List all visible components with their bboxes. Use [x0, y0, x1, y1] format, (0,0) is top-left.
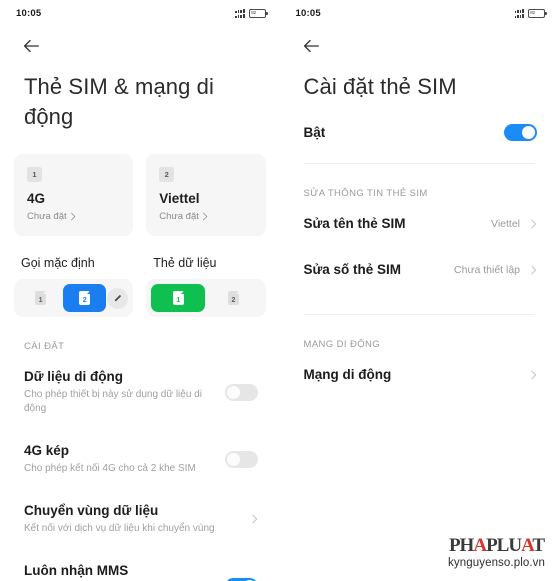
status-clock: 10:05	[16, 7, 42, 19]
sim-card-status-row: Chưa đặt	[27, 211, 120, 222]
battery-level-label: 82	[530, 9, 535, 16]
row-subtitle: Cho phép kết nối 4G cho cả 2 khe SIM	[24, 463, 196, 474]
dual-4g-toggle[interactable]	[224, 450, 258, 468]
default-data-group: Thẻ dữ liệu 1 2	[146, 256, 266, 317]
watermark-logo-accent2: A	[521, 534, 533, 556]
default-call-segmented-control: 1 2	[14, 279, 134, 317]
sim-slot-badge: 1	[27, 167, 42, 182]
sim-card-icon: 1	[172, 291, 184, 305]
battery-level-label: 82	[250, 9, 256, 16]
watermark-logo-part3: T	[532, 534, 545, 556]
row-edit-sim-number[interactable]: Sửa số thẻ SIM Chưa thiết lập	[280, 245, 559, 294]
status-icon-group: 82	[235, 8, 268, 18]
row-subtitle: Cho phép thiết bị này sử dụng dữ liệu di…	[24, 389, 202, 414]
row-text: 4G kép Cho phép kết nối 4G cho cả 2 khe …	[24, 442, 215, 476]
chevron-right-icon	[202, 212, 208, 221]
watermark-logo-part2: PLU	[486, 534, 522, 556]
default-selectors: Gọi mặc định 1 2 Thẻ dữ liệu 1 2	[0, 236, 280, 317]
row-mobile-network[interactable]: Mạng di động	[280, 350, 559, 396]
default-data-segmented-control: 1 2	[146, 279, 266, 317]
default-call-option-sim1[interactable]: 1	[19, 284, 62, 312]
row-sim-enable[interactable]: Bật	[280, 102, 559, 163]
row-title: 4G kép	[24, 443, 70, 458]
row-text: Dữ liệu di động Cho phép thiết bị này sử…	[24, 368, 215, 416]
back-button-right[interactable]	[280, 26, 559, 66]
row-title: Dữ liệu di động	[24, 369, 124, 384]
sim-card-2[interactable]: 2 Viettel Chưa đặt	[146, 154, 266, 236]
chevron-right-icon	[531, 370, 537, 379]
back-button-left[interactable]	[0, 26, 280, 66]
status-clock: 10:05	[295, 7, 321, 19]
edit-sim-info-caption: SỬA THÔNG TIN THẺ SIM	[303, 188, 428, 199]
row-title: Luôn nhận MMS	[24, 563, 129, 578]
signal-bars-icon	[235, 8, 245, 18]
default-call-option-sim2[interactable]: 2	[63, 284, 107, 312]
page-title-left: Thẻ SIM & mạng di động	[24, 74, 214, 129]
sim-card-1[interactable]: 1 4G Chưa đặt	[14, 154, 134, 236]
watermark-url: kynguyenso.plo.vn	[448, 556, 545, 569]
row-title: Sửa số thẻ SIM	[303, 262, 402, 277]
sim-slot-badge: 2	[159, 167, 175, 182]
row-title: Sửa tên thẻ SIM	[303, 216, 406, 231]
signal-bars-icon	[514, 8, 524, 18]
default-data-option-sim1[interactable]: 1	[151, 284, 206, 312]
mobile-network-caption: MẠNG DI ĐỘNG	[303, 339, 381, 350]
row-text: Mạng di động	[304, 366, 521, 383]
watermark-logo: PHAPLUAT	[448, 534, 545, 556]
status-bar-left: 10:05 82	[0, 0, 280, 26]
sim-card-name: Viettel	[159, 191, 200, 206]
row-mobile-data[interactable]: Dữ liệu di động Cho phép thiết bị này sử…	[0, 352, 280, 429]
sim-card-status: Chưa đặt	[159, 211, 199, 222]
sim-card-name: 4G	[27, 191, 46, 206]
sim-card-list: 1 4G Chưa đặt 2 Viettel Chưa đặt	[0, 132, 280, 236]
watermark-logo-accent1: A	[473, 534, 487, 556]
status-bar-right: 10:05 82	[280, 0, 559, 26]
chevron-right-icon	[70, 212, 75, 221]
pencil-icon	[107, 287, 129, 309]
dual-screenshot-container: 10:05 82 Thẻ SIM & mạng di động 1 4G Chư…	[0, 0, 559, 581]
default-call-option-edit[interactable]	[107, 284, 129, 312]
default-data-label: Thẻ dữ liệu	[153, 256, 217, 270]
row-title: Bật	[303, 125, 326, 140]
chevron-right-icon	[251, 514, 257, 524]
chevron-right-icon	[531, 265, 537, 274]
chevron-right-icon	[531, 219, 537, 228]
row-text: Luôn nhận MMS Nhận MMS ngay cả khi dữ li…	[24, 562, 215, 581]
row-text: Chuyển vùng dữ liệu Kết nối với dịch vụ …	[24, 502, 241, 536]
page-title-right: Cài đặt thẻ SIM	[303, 74, 457, 99]
row-text: Bật	[304, 124, 495, 141]
sim-card-icon: 2	[79, 291, 91, 305]
row-text: Sửa tên thẻ SIM	[304, 215, 482, 232]
battery-icon: 82	[248, 8, 268, 18]
watermark-logo-part1: PH	[448, 534, 474, 556]
status-icon-group: 82	[514, 8, 547, 18]
sim-card-icon: 2	[227, 291, 239, 305]
row-dual-4g[interactable]: 4G kép Cho phép kết nối 4G cho cả 2 khe …	[0, 429, 280, 489]
row-text: Sửa số thẻ SIM	[304, 261, 445, 278]
row-subtitle: Kết nối với dịch vụ dữ liệu khi chuyển v…	[24, 523, 215, 534]
screen-sim-and-mobile-network: 10:05 82 Thẻ SIM & mạng di động 1 4G Chư…	[0, 0, 280, 581]
back-arrow-icon	[303, 39, 319, 53]
row-value: Viettel	[491, 217, 520, 230]
battery-icon: 82	[528, 8, 547, 18]
always-receive-mms-toggle[interactable]	[224, 577, 258, 581]
row-data-roaming[interactable]: Chuyển vùng dữ liệu Kết nối với dịch vụ …	[0, 489, 280, 549]
back-arrow-icon	[23, 39, 39, 53]
default-data-option-sim2[interactable]: 2	[206, 284, 260, 312]
row-always-receive-mms[interactable]: Luôn nhận MMS Nhận MMS ngay cả khi dữ li…	[0, 549, 280, 581]
mobile-data-toggle[interactable]	[224, 383, 258, 401]
screen-sim-card-settings: 10:05 82 Cài đặt thẻ SIM Bật SỬA THÔNG T…	[279, 0, 559, 581]
default-call-group: Gọi mặc định 1 2	[14, 256, 134, 317]
row-edit-sim-name[interactable]: Sửa tên thẻ SIM Viettel	[280, 199, 559, 245]
row-title: Chuyển vùng dữ liệu	[24, 503, 159, 518]
watermark: PHAPLUAT kynguyenso.plo.vn	[448, 536, 545, 570]
settings-section-caption: CÀI ĐẶT	[24, 341, 65, 352]
sim-card-icon: 1	[35, 291, 47, 305]
row-title: Mạng di động	[303, 367, 392, 382]
row-value: Chưa thiết lập	[454, 263, 520, 276]
default-call-label: Gọi mặc định	[21, 256, 95, 270]
sim-card-status-row: Chưa đặt	[159, 211, 252, 222]
sim-card-status: Chưa đặt	[27, 211, 67, 222]
sim-enable-toggle[interactable]	[504, 124, 537, 141]
